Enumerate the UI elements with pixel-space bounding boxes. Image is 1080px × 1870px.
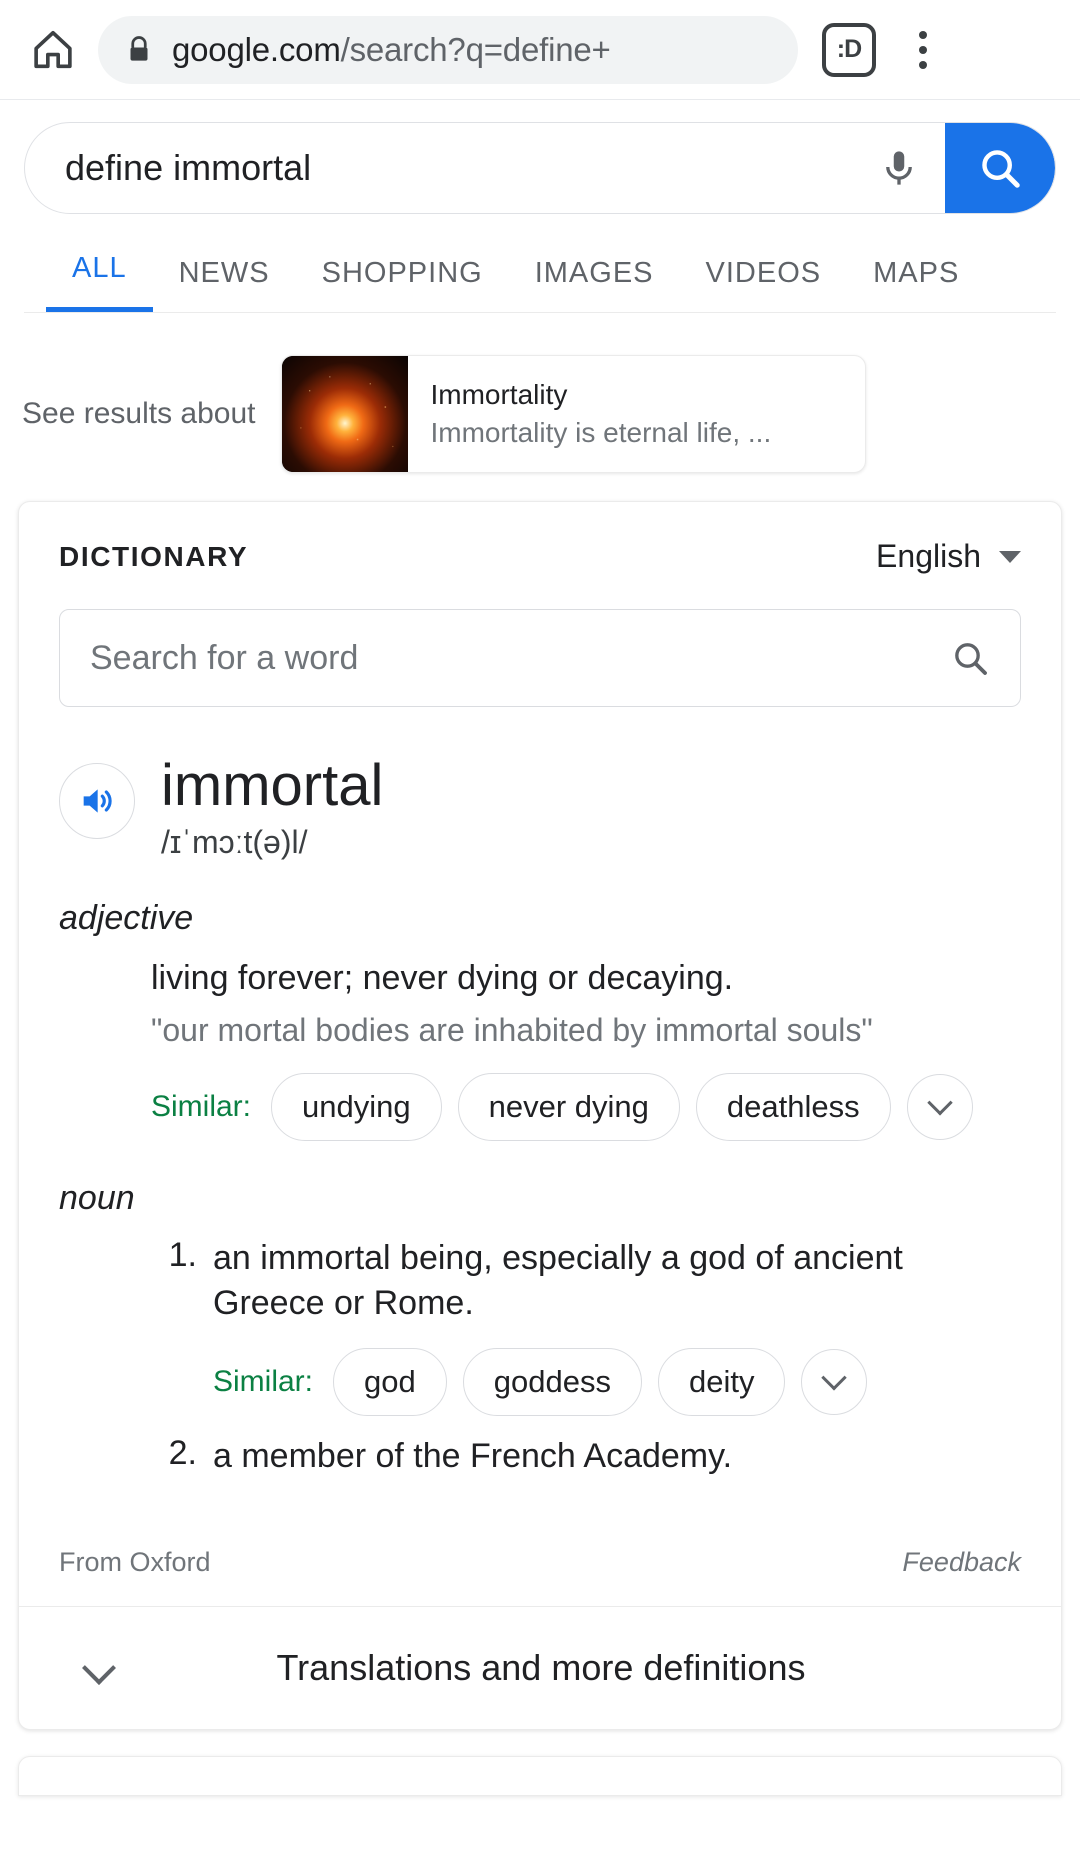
overflow-menu-icon [919,30,927,39]
menu-dot [919,60,927,69]
similar-label: Similar: [213,1365,314,1399]
address-bar-url: google.com/search?q=define+ [172,31,611,69]
source-attribution: From Oxford [59,1547,211,1577]
sense-example: "our mortal bodies are inhabited by immo… [151,1011,873,1048]
dictionary-card-body: DICTIONARY English Search for a word imm… [19,502,1061,1606]
chevron-down-icon [926,1090,953,1116]
entity-thumbnail-image [282,356,409,472]
microphone-icon [886,151,912,185]
browser-toolbar: google.com/search?q=define+ :D [0,0,1080,100]
entity-card-immortality[interactable]: Immortality Immortality is eternal life,… [281,355,867,473]
dictionary-card: DICTIONARY English Search for a word imm… [18,501,1062,1730]
sense-number: 2. [168,1434,197,1473]
address-bar[interactable]: google.com/search?q=define+ [98,15,798,84]
entity-title: Immortality [430,379,568,410]
entity-description: Immortality is eternal life, ... [430,417,772,448]
synonym-chip[interactable]: never dying [457,1073,680,1142]
search-vertical-tabs: ALL NEWS SHOPPING IMAGES VIDEOS MAPS [24,240,1056,313]
phonetic-transcription: /ɪˈmɔːt(ə)l/ [161,823,308,860]
synonym-chip[interactable]: god [333,1348,447,1417]
part-of-speech-adjective: adjective [59,898,194,937]
synonym-chip[interactable]: goddess [462,1348,642,1417]
lock-icon [124,35,154,65]
headword: immortal [161,753,384,818]
tab-videos[interactable]: VIDEOS [680,245,848,312]
tab-all[interactable]: ALL [46,240,153,312]
headword-block: immortal /ɪˈmɔːt(ə)l/ [59,753,1021,861]
sense-noun-2: 2. a member of the French Academy. [59,1434,1021,1479]
sense-adjective-1: living forever; never dying or decaying.… [59,956,1021,1142]
sense-definition: an immortal being, especially a god of a… [213,1239,903,1323]
translations-expander[interactable]: Translations and more definitions [19,1606,1061,1729]
similar-row-noun: Similar: god goddess deity [213,1348,1021,1417]
sense-noun-1: 1. an immortal being, especially a god o… [59,1236,1021,1417]
part-of-speech-noun: noun [59,1179,135,1218]
sense-body: an immortal being, especially a god of a… [213,1236,1021,1417]
overflow-menu-button[interactable] [898,19,948,81]
see-results-about: See results about Immortality Immortalit… [0,313,1080,473]
dictionary-section-label: DICTIONARY [59,540,249,572]
expand-synonyms-button[interactable] [801,1349,868,1416]
tab-count-label: :D [836,35,862,63]
search-input[interactable]: define immortal [25,147,853,189]
sense-body: a member of the French Academy. [213,1434,1021,1479]
synonym-chip[interactable]: undying [271,1073,442,1142]
tab-news[interactable]: NEWS [153,245,296,312]
sense-definition: a member of the French Academy. [213,1437,733,1476]
search-submit-button[interactable] [945,123,1055,213]
search-icon [955,643,987,675]
tab-shopping[interactable]: SHOPPING [296,245,509,312]
word-search-input[interactable]: Search for a word [90,639,950,678]
voice-search-button[interactable] [853,147,945,189]
url-host: google.com [172,30,341,68]
next-result-card [18,1756,1062,1796]
search-results: See results about Immortality Immortalit… [0,313,1080,1816]
translations-expander-label: Translations and more definitions [276,1647,806,1688]
similar-row-adjective: Similar: undying never dying deathless [151,1073,1021,1142]
see-results-about-label: See results about [22,397,256,430]
synonym-chip[interactable]: deathless [695,1073,891,1142]
sense-definition: living forever; never dying or decaying. [151,958,734,997]
language-selector[interactable]: English [876,538,1021,575]
dictionary-footer: From Oxford Feedback [59,1513,1021,1606]
speaker-icon [83,789,112,813]
tab-switcher-button[interactable]: :D [822,22,876,77]
home-button[interactable] [22,19,84,81]
expand-synonyms-button[interactable] [906,1074,973,1141]
headword-main: immortal /ɪˈmɔːt(ə)l/ [161,753,384,861]
url-path: /search?q=define+ [340,30,611,68]
word-search-box[interactable]: Search for a word [59,609,1021,707]
entity-meta: Immortality Immortality is eternal life,… [408,356,793,472]
home-icon [34,30,72,68]
language-selector-value: English [876,538,981,574]
menu-dot [919,45,927,54]
search-icon [982,150,1020,188]
feedback-link[interactable]: Feedback [902,1547,1021,1578]
search-box[interactable]: define immortal [24,122,1056,214]
tab-images[interactable]: IMAGES [509,245,680,312]
chevron-down-icon [999,550,1021,563]
similar-label: Similar: [151,1090,252,1124]
search-header: define immortal ALL NEWS SHOPPING IMAGES… [0,100,1080,313]
sense-number: 1. [168,1236,197,1275]
chevron-down-icon [821,1365,848,1391]
dictionary-header: DICTIONARY English [59,538,1021,575]
synonym-chip[interactable]: deity [657,1348,786,1417]
pronounce-button[interactable] [59,763,135,839]
tab-maps[interactable]: MAPS [847,245,985,312]
